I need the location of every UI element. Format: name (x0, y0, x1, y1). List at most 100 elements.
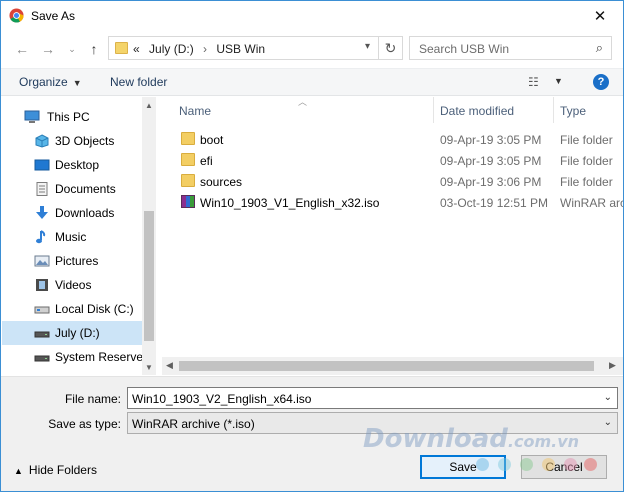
search-icon: ⌕ (595, 40, 603, 55)
arrow-right-icon: → (41, 41, 55, 57)
document-icon (36, 182, 48, 196)
sidebar-item-label: 3D Objects (55, 134, 115, 148)
column-divider[interactable] (553, 97, 554, 123)
file-name: Win10_1903_V1_English_x32.iso (200, 196, 380, 210)
music-note-icon (36, 230, 46, 244)
file-row[interactable]: sources 09-Apr-19 3:06 PM File folder (162, 171, 623, 192)
sidebar-item-desktop[interactable]: Desktop (2, 153, 142, 177)
breadcrumb-item-usb-win[interactable]: USB Win (216, 42, 265, 56)
help-icon[interactable]: ? (593, 74, 609, 90)
hide-folders-button[interactable]: ▲ Hide Folders (14, 463, 97, 477)
search-placeholder: Search USB Win (419, 42, 510, 56)
breadcrumb: « July (D:) › USB Win (133, 42, 271, 56)
sidebar-item-label: This PC (47, 110, 90, 124)
folder-icon (181, 174, 195, 187)
folder-icon (115, 42, 128, 54)
sidebar-item-downloads[interactable]: Downloads (2, 201, 142, 225)
scroll-right-icon[interactable]: ▶ (609, 360, 616, 371)
sidebar-item-local-disk-c[interactable]: Local Disk (C:) (2, 297, 142, 321)
file-name: boot (200, 133, 224, 147)
column-divider[interactable] (433, 97, 434, 123)
up-button[interactable]: ↑ (85, 40, 103, 58)
file-date: 09-Apr-19 3:05 PM (440, 133, 542, 147)
save-as-type-label: Save as type: (48, 417, 121, 431)
usb-drive-icon (34, 331, 50, 338)
file-row[interactable]: boot 09-Apr-19 3:05 PM File folder (162, 129, 623, 150)
search-input[interactable]: Search USB Win ⌕ (409, 36, 612, 60)
new-folder-button[interactable]: New folder (110, 75, 167, 89)
view-list-icon[interactable]: ☷ (528, 75, 546, 89)
breadcrumb-item-july-d[interactable]: July (D:) (149, 42, 194, 56)
desktop-icon (34, 159, 50, 171)
recent-locations-button[interactable]: ⌄ (63, 40, 81, 58)
file-row[interactable]: Win10_1903_V1_English_x32.iso 03-Oct-19 … (162, 192, 623, 213)
sidebar-item-july-d[interactable]: July (D:) (2, 321, 142, 345)
sidebar-item-3d-objects[interactable]: 3D Objects (2, 129, 142, 153)
column-header-name[interactable]: Name (179, 104, 211, 118)
file-date: 09-Apr-19 3:05 PM (440, 154, 542, 168)
dot-icon (564, 458, 577, 471)
sidebar-item-label: July (D:) (55, 326, 100, 340)
sidebar-scrollbar[interactable]: ▲ ▼ (142, 97, 156, 375)
scroll-thumb[interactable] (144, 211, 154, 341)
chevron-down-icon[interactable]: ▾ (365, 41, 370, 52)
address-bar[interactable]: « July (D:) › USB Win ▾ (108, 36, 379, 60)
command-bar: Organize ▼ New folder ☷ ▼ ? (1, 68, 623, 96)
sidebar-item-pictures[interactable]: Pictures (2, 249, 142, 273)
file-type: WinRAR arch (560, 196, 623, 210)
sidebar-item-this-pc[interactable]: This PC (2, 105, 142, 129)
column-header-type[interactable]: Type (560, 104, 586, 118)
film-icon (36, 279, 48, 291)
chevron-down-icon: ⌄ (68, 43, 76, 54)
cube-icon (35, 134, 49, 148)
refresh-button[interactable]: ↻ (379, 36, 403, 60)
watermark-logo: Download.com.vn (363, 424, 579, 454)
horizontal-scrollbar[interactable]: ◀ ▶ (162, 357, 623, 375)
folder-icon (181, 153, 195, 166)
arrow-up-icon: ↑ (90, 41, 98, 57)
dot-icon (476, 458, 489, 471)
caret-down-icon: ▼ (72, 78, 82, 88)
sidebar-item-system-reserved[interactable]: System Reserved (2, 345, 150, 369)
file-date: 03-Oct-19 12:51 PM (440, 196, 549, 210)
breadcrumb-overflow[interactable]: « (133, 42, 140, 56)
caret-up-icon: ▲ (14, 466, 23, 476)
sort-ascending-icon: ︿ (298, 97, 308, 107)
file-name: sources (200, 175, 243, 189)
close-icon: ✕ (593, 8, 607, 25)
organize-button[interactable]: Organize ▼ (19, 75, 82, 89)
sidebar-item-label: System Reserved (55, 350, 150, 364)
sidebar-item-videos[interactable]: Videos (2, 273, 142, 297)
folder-icon (181, 132, 195, 145)
scroll-left-icon[interactable]: ◀ (166, 360, 173, 371)
dot-icon (520, 458, 533, 471)
scroll-thumb[interactable] (179, 361, 594, 371)
forward-button[interactable]: → (39, 40, 57, 58)
navigation-bar: ← → ⌄ ↑ « July (D:) › USB Win ▾ ↻ Search… (1, 34, 623, 64)
chrome-icon (9, 8, 24, 23)
sidebar-item-label: Pictures (55, 254, 99, 268)
close-button[interactable]: ✕ (577, 1, 623, 31)
file-type: File folder (560, 133, 613, 147)
column-headers: ︿ Name Date modified Type (162, 97, 623, 125)
column-header-date-modified[interactable]: Date modified (440, 104, 514, 118)
scroll-down-icon[interactable]: ▼ (145, 363, 153, 372)
file-name-input[interactable]: Win10_1903_V2_English_x64.iso ⌄ (127, 387, 618, 409)
chevron-down-icon[interactable]: ⌄ (604, 392, 612, 403)
back-button[interactable]: ← (13, 40, 31, 58)
save-as-dialog: Save As ✕ ← → ⌄ ↑ « July (D:) › USB Win … (0, 0, 624, 492)
file-row[interactable]: efi 09-Apr-19 3:05 PM File folder (162, 150, 623, 171)
title-bar: Save As ✕ (1, 1, 623, 31)
scroll-up-icon[interactable]: ▲ (145, 101, 153, 110)
file-date: 09-Apr-19 3:06 PM (440, 175, 542, 189)
refresh-icon: ↻ (384, 39, 397, 56)
window-title: Save As (31, 9, 76, 23)
sidebar-item-music[interactable]: Music (2, 225, 142, 249)
caret-down-icon[interactable]: ▼ (554, 76, 563, 86)
save-button[interactable]: Save (420, 455, 506, 479)
arrow-left-icon: ← (15, 41, 29, 57)
sidebar-item-label: Downloads (55, 206, 115, 220)
dot-icon (542, 458, 555, 471)
file-name: efi (200, 154, 213, 168)
sidebar-item-documents[interactable]: Documents (2, 177, 142, 201)
